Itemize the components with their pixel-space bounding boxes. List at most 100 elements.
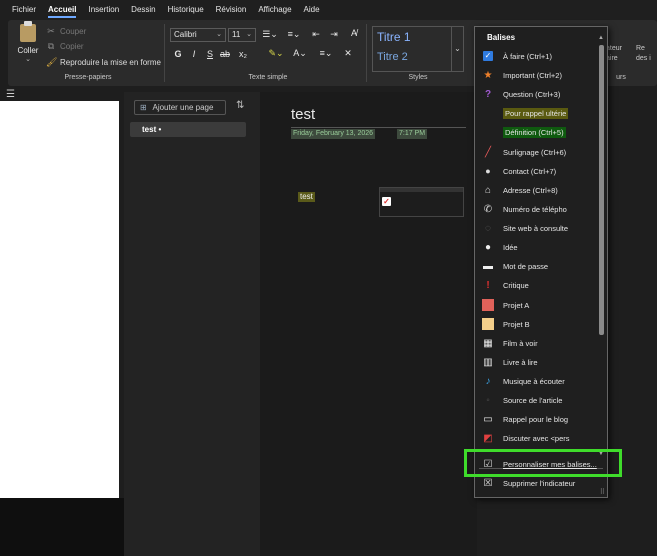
scroll-up-icon[interactable]: ▲ [598,35,604,41]
tag-item-project-b[interactable]: Projet B [479,316,597,332]
paintbrush-icon: 🖌 [46,57,58,67]
tag-item-contact[interactable]: ● Contact (Ctrl+7) [479,163,597,179]
menu-revision[interactable]: Révision [210,0,253,20]
indent-icon[interactable]: ⇥ [328,29,340,40]
page-item[interactable]: test • [130,122,246,137]
tag-item-definition[interactable]: Définition (Ctrl+5) [479,124,597,140]
underline-button[interactable]: S [204,49,216,59]
page-title[interactable]: test [291,106,315,123]
page-list-pane: ⊞ Ajouter une page ⇅ test • [124,92,260,556]
tags-header: Balises [487,33,516,42]
copy-button[interactable]: ⧉ Copier [46,41,84,52]
tag-item-address[interactable]: ⌂ Adresse (Ctrl+8) [479,182,597,198]
cut-button[interactable]: ✂ Couper [46,26,86,37]
font-size-select[interactable]: 11 ⌄ [228,28,256,42]
remove-tag-item[interactable]: ☒ Supprimer l'indicateur [479,475,597,491]
scrollbar-thumb[interactable] [599,45,604,335]
menu-fichier[interactable]: Fichier [6,0,42,20]
menu-accueil[interactable]: Accueil [42,0,82,20]
tag-item-project-a[interactable]: Projet A [479,297,597,313]
sort-icon[interactable]: ⇅ [236,100,244,111]
link-icon: ◦ [486,394,490,406]
ribbon-partial-line: ateur [606,45,622,52]
align-icon[interactable]: ≡⌄ [316,48,336,59]
bullet-list-icon[interactable]: ☰⌄ [260,29,280,40]
font-color-icon[interactable]: A⌄ [290,48,310,59]
tag-item-idea[interactable]: ● Idée [479,239,597,255]
clear-format-icon[interactable]: A̸ [348,28,360,38]
tags-scrollbar[interactable]: ▲ ▼ [598,35,605,465]
resize-grip-icon[interactable]: ⠿ [600,488,605,496]
tag-item-book[interactable]: ▥ Livre à lire [479,354,597,370]
note-container[interactable]: ✓ [379,187,464,217]
paste-label: Coller [17,46,39,55]
tag-item-label: Projet B [503,319,530,329]
film-icon: ▦ [483,337,493,349]
styles-expand-icon[interactable]: ⌄ [451,27,463,71]
add-page-button[interactable]: ⊞ Ajouter une page [134,100,226,115]
highlighter-icon[interactable]: ✎⌄ [266,48,286,59]
style-titre-2[interactable]: Titre 2 [373,47,463,67]
format-painter-button[interactable]: 🖌 Reproduire la mise en forme [46,57,161,68]
home-icon: ⌂ [484,184,492,196]
add-page-label: Ajouter une page [152,103,214,112]
tag-item-source[interactable]: ◦ Source de l'article [479,392,597,408]
menu-aide[interactable]: Aide [298,0,326,20]
delete-icon[interactable]: ✕ [342,48,354,59]
tags-group-label-partial: urs [616,74,626,81]
tag-item-todo[interactable]: ✓ À faire (Ctrl+1) [479,48,597,64]
hamburger-icon[interactable]: ☰ [6,89,15,100]
tag-item-password[interactable]: ▬ Mot de passe [479,258,597,274]
tag-item-label: Discuter avec <pers [503,433,570,443]
remove-tag-icon: ☒ [483,477,493,489]
menu-dessin[interactable]: Dessin [125,0,161,20]
tag-item-film[interactable]: ▦ Film à voir [479,335,597,351]
strikethrough-button[interactable]: ab [218,49,232,59]
tag-item-label: Projet A [503,300,530,310]
checkbox-icon: ✓ [483,51,493,61]
group-divider [366,24,367,82]
font-family-select[interactable]: Calibri ⌄ [170,28,226,42]
clipboard-group-label: Presse-papiers [64,74,112,81]
subscript-button[interactable]: x₂ [236,49,250,59]
tag-item-critical[interactable]: ! Critique [479,277,597,293]
yellow-square-icon [479,316,497,332]
italic-button[interactable]: I [188,49,200,59]
ribbon-partial-button[interactable]: Re des i [636,44,651,64]
tag-item-discuss[interactable]: ◩ Discuter avec <pers [479,430,597,446]
paste-button[interactable]: Coller ⌄ [14,21,42,70]
bold-button[interactable]: G [172,49,184,59]
title-underline [291,127,466,128]
tag-item-blog[interactable]: ▭ Rappel pour le blog [479,411,597,427]
ribbon-partial-button[interactable]: ateur aire [606,44,622,64]
menu-historique[interactable]: Historique [162,0,210,20]
menu-insertion[interactable]: Insertion [82,0,125,20]
tag-item-highlight[interactable]: ╱ Surlignage (Ctrl+6) [479,144,597,160]
tag-item-music[interactable]: ♪ Musique à écouter [479,373,597,389]
highlight-box [464,449,622,477]
tag-item-label: Surlignage (Ctrl+6) [503,147,567,157]
tag-item-phone[interactable]: ✆ Numéro de télépho [479,201,597,217]
menu-affichage[interactable]: Affichage [252,0,297,20]
tag-item-important[interactable]: ★ Important (Ctrl+2) [479,67,597,83]
tag-item-question[interactable]: ? Question (Ctrl+3) [479,86,597,102]
chevron-down-icon: ⌄ [246,31,252,38]
checkbox-icon[interactable]: ✓ [382,197,391,206]
styles-gallery[interactable]: Titre 1 Titre 2 ⌄ [372,26,464,72]
question-icon: ? [484,88,492,100]
note-text[interactable]: test [298,192,315,202]
outdent-icon[interactable]: ⇤ [310,29,322,40]
tag-item-label: Contact (Ctrl+7) [503,166,557,176]
note-canvas: test Friday, February 13, 2026 7:17 PM t… [260,92,477,556]
tag-item-label: À faire (Ctrl+1) [503,51,552,61]
remove-tag-label: Supprimer l'indicateur [503,478,576,488]
style-titre-1[interactable]: Titre 1 [373,27,463,47]
chevron-down-icon[interactable]: ⌄ [14,55,42,63]
ribbon-partial-line: aire [606,55,618,62]
tag-item-website[interactable]: ◌ Site web à consulte [479,220,597,236]
note-container-handle[interactable] [380,188,463,192]
numbered-list-icon[interactable]: ≡⌄ [284,29,304,40]
discuss-icon: ◩ [483,432,493,444]
tag-item-reminder[interactable]: Pour rappel ultérie [479,105,597,121]
key-icon: ▬ [483,260,493,272]
